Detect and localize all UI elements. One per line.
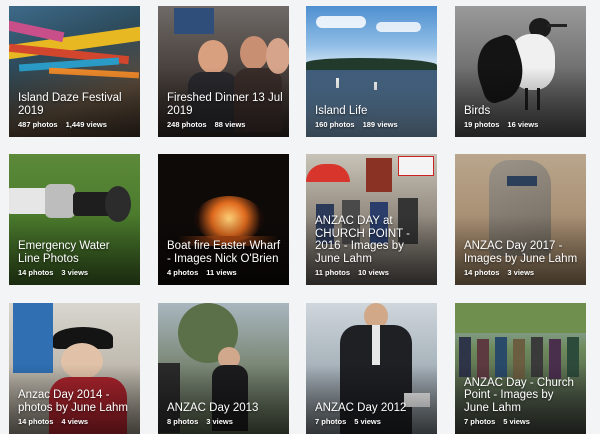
- view-count: 5 views: [503, 417, 530, 426]
- album-tile[interactable]: Boat fire Easter Wharf - Images Nick O'B…: [158, 154, 289, 285]
- view-count: 1,449 views: [65, 120, 107, 129]
- view-count: 3 views: [61, 268, 89, 277]
- album-title: ANZAC DAY at CHURCH POINT - 2016 - Image…: [315, 215, 410, 265]
- album-title: Boat fire Easter Wharf - Images Nick O'B…: [167, 240, 281, 265]
- photo-count: 8 photos: [167, 417, 199, 426]
- album-tile[interactable]: Anzac Day 2014 - photos by June Lahm 14 …: [9, 303, 140, 434]
- album-title: ANZAC Day 2017 - Images by June Lahm: [464, 240, 578, 265]
- photo-count: 14 photos: [464, 268, 500, 277]
- album-tile[interactable]: Emergency Water Line Photos 14 photos 3 v…: [9, 154, 140, 285]
- photo-count: 14 photos: [18, 417, 54, 426]
- view-count: 16 views: [507, 120, 539, 129]
- album-tile[interactable]: ANZAC Day 2017 - Images by June Lahm 14 …: [455, 154, 586, 285]
- photo-count: 7 photos: [315, 417, 347, 426]
- photo-count: 160 photos: [315, 120, 355, 129]
- photo-count: 248 photos: [167, 120, 207, 129]
- album-tile[interactable]: Island Daze Festival 2019 487 photos 1,44…: [9, 6, 140, 137]
- album-tile[interactable]: Island Life 160 photos 189 views: [306, 6, 437, 137]
- photo-count: 11 photos: [315, 268, 351, 277]
- view-count: 4 views: [61, 417, 89, 426]
- view-count: 189 views: [362, 120, 398, 129]
- view-count: 88 views: [214, 120, 246, 129]
- album-tile[interactable]: ANZAC Day 2012 7 photos 5 views: [306, 303, 437, 434]
- album-grid: Island Daze Festival 2019 487 photos 1,44…: [0, 0, 600, 434]
- album-title: Island Daze Festival 2019: [18, 92, 122, 117]
- album-title: ANZAC Day 2012: [315, 401, 407, 414]
- photo-count: 487 photos: [18, 120, 58, 129]
- album-tile[interactable]: ANZAC Day 2013 8 photos 3 views: [158, 303, 289, 434]
- album-tile[interactable]: Fireshed Dinner 13 Jul 2019 248 photos 88…: [158, 6, 289, 137]
- album-title: Fireshed Dinner 13 Jul 2019: [167, 92, 283, 117]
- album-tile[interactable]: ANZAC Day - Church Point - Images by Jun…: [455, 303, 586, 434]
- view-count: 11 views: [206, 268, 237, 277]
- photo-count: 14 photos: [18, 268, 54, 277]
- album-title: Anzac Day 2014 - photos by June Lahm: [18, 389, 128, 414]
- album-tile[interactable]: Birds 19 photos 16 views: [455, 6, 586, 137]
- photo-count: 4 photos: [167, 268, 199, 277]
- album-tile[interactable]: ANZAC DAY at CHURCH POINT - 2016 - Image…: [306, 154, 437, 285]
- view-count: 10 views: [358, 268, 389, 277]
- album-title: Emergency Water Line Photos: [18, 240, 110, 265]
- view-count: 5 views: [354, 417, 381, 426]
- album-title: Island Life: [315, 104, 368, 117]
- photo-count: 7 photos: [464, 417, 496, 426]
- photo-count: 19 photos: [464, 120, 500, 129]
- album-title: ANZAC Day 2013: [167, 401, 259, 414]
- album-title: ANZAC Day - Church Point - Images by Jun…: [464, 376, 574, 414]
- view-count: 3 views: [507, 268, 535, 277]
- view-count: 3 views: [206, 417, 233, 426]
- album-title: Birds: [464, 104, 491, 117]
